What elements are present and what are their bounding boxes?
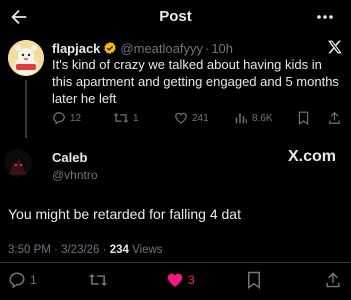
verified-badge-icon	[103, 41, 117, 55]
reply-count: 12	[70, 112, 82, 124]
post-date[interactable]: 3/23/26	[61, 244, 99, 256]
avatar[interactable]	[8, 40, 44, 76]
views-count: 234	[109, 244, 129, 256]
top-bar: Post	[0, 0, 351, 36]
thread-connector	[25, 80, 27, 138]
separator-dot: ·	[204, 40, 210, 56]
share-icon	[328, 111, 341, 125]
bookmark-icon	[246, 271, 262, 289]
display-name[interactable]: flapjack	[52, 41, 100, 56]
views-label: Views	[132, 244, 163, 256]
display-name[interactable]: Caleb	[52, 150, 87, 165]
reply-icon	[8, 271, 26, 289]
views-count: 8.6K	[252, 112, 273, 124]
reply-count: 1	[30, 273, 37, 287]
like-count: 241	[192, 112, 209, 124]
handle[interactable]: @vhntro	[52, 168, 98, 182]
reply-icon	[52, 111, 66, 125]
x-com-text: X.com	[288, 148, 337, 165]
share-button[interactable]	[328, 111, 341, 125]
views-chart-icon	[234, 111, 248, 125]
views-button[interactable]: 8.6K	[234, 111, 273, 125]
share-button[interactable]	[325, 271, 341, 289]
reply-button[interactable]: 1	[8, 271, 37, 289]
heart-icon	[174, 111, 188, 125]
more-options-icon[interactable]	[314, 8, 336, 26]
timestamp[interactable]: 10h	[211, 41, 233, 56]
page-title: Post	[159, 8, 192, 25]
tweet-text: It's kind of crazy we talked about havin…	[52, 57, 339, 106]
tweet-text: You might be retarded for falling 4 dat	[8, 206, 241, 222]
timestamp[interactable]: 3:50 PM	[8, 244, 51, 256]
repost-icon	[88, 271, 108, 289]
tweet-meta: 3:50 PM · 3/23/26 · 234 Views	[8, 244, 163, 256]
parent-action-bar: 12 1 241 8.6K	[52, 111, 342, 127]
heart-filled-icon	[166, 271, 184, 289]
like-count: 3	[188, 273, 195, 287]
share-icon	[325, 271, 341, 289]
reply-button[interactable]: 12	[52, 111, 81, 125]
bookmark-button[interactable]	[246, 271, 262, 289]
repost-button[interactable]	[88, 271, 108, 289]
repost-count: 1	[133, 112, 139, 124]
handle[interactable]: @meatloafyyy	[120, 41, 203, 56]
bookmark-icon	[297, 111, 310, 125]
like-button[interactable]: 241	[174, 111, 209, 125]
avatar[interactable]	[4, 149, 32, 177]
repost-icon	[113, 111, 129, 125]
divider	[0, 262, 351, 263]
x-logo-icon	[327, 39, 343, 55]
x-com-watermark: X.com	[288, 148, 336, 166]
separator-dot: ·	[102, 244, 107, 256]
repost-button[interactable]: 1	[113, 111, 139, 125]
separator-dot: ·	[54, 244, 58, 256]
like-button[interactable]: 3	[166, 271, 195, 289]
main-action-bar: 1 3	[0, 270, 351, 290]
parent-tweet-header: flapjack @meatloafyyy · 10h	[52, 40, 233, 56]
bookmark-button[interactable]	[297, 111, 310, 125]
